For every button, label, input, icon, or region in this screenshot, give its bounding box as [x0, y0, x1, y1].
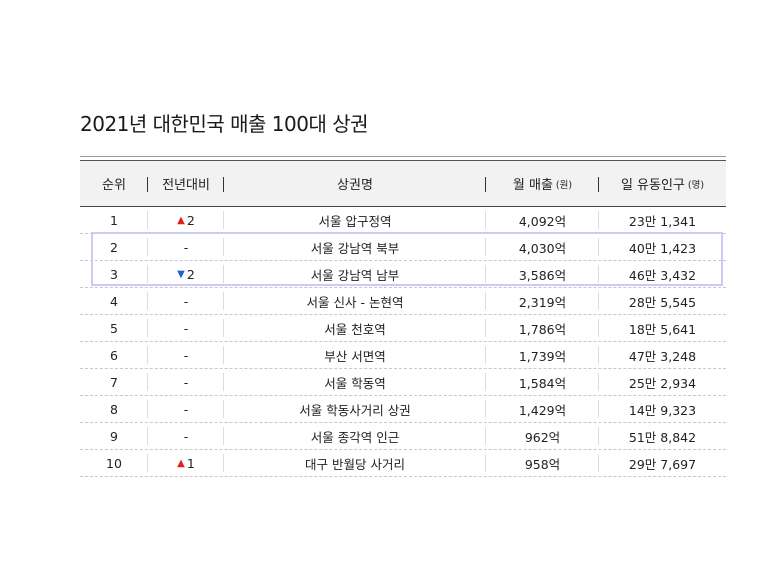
header-name: 상권명	[224, 161, 486, 206]
change-value: -	[183, 320, 189, 336]
change-value: -	[183, 239, 189, 255]
table-row: 3 ▼ 2 서울 강남역 남부 3,586억 46만 3,432	[80, 261, 726, 288]
monthly-sales-cell: 962억	[486, 423, 599, 449]
area-name-cell: 서울 강남역 남부	[224, 261, 486, 287]
area-name-cell: 서울 학동역	[224, 369, 486, 395]
triangle-down-icon: ▼	[177, 268, 185, 280]
rank-cell: 8	[80, 396, 148, 422]
monthly-sales-cell: 1,584억	[486, 369, 599, 395]
header-sales-unit: (원)	[555, 179, 573, 191]
daily-population-cell: 29만 7,697	[628, 456, 697, 472]
area-name-cell: 부산 서면역	[224, 342, 486, 368]
change-cell: ▲ 2	[148, 207, 224, 233]
change-value: -	[183, 347, 189, 363]
change-value: -	[183, 428, 189, 444]
change-cell: -	[148, 423, 224, 449]
monthly-sales-cell: 1,786억	[486, 315, 599, 341]
daily-population-cell: 14만 9,323	[628, 402, 697, 418]
table-row: 2 - 서울 강남역 북부 4,030억 40만 1,423	[80, 234, 726, 261]
monthly-sales-cell: 1,739억	[486, 342, 599, 368]
rank-cell: 5	[80, 315, 148, 341]
rank-cell: 6	[80, 342, 148, 368]
change-cell: -	[148, 315, 224, 341]
header-population-label: 일 유동인구	[620, 178, 685, 193]
area-name-cell: 서울 학동사거리 상권	[224, 396, 486, 422]
monthly-sales-cell: 1,429억	[486, 396, 599, 422]
daily-population-cell: 28만 5,545	[628, 294, 697, 310]
monthly-sales-cell: 2,319억	[486, 288, 599, 314]
daily-population-cell: 40만 1,423	[628, 240, 697, 256]
change-value: -	[183, 401, 189, 417]
change-cell: -	[148, 342, 224, 368]
table-row: 4 - 서울 신사 - 논현역 2,319억 28만 5,545	[80, 288, 726, 315]
table-header: 순위 전년대비 상권명 월 매출 (원) 일 유동인구 (명)	[80, 161, 726, 207]
change-value: 1	[186, 455, 195, 471]
table-row: 10 ▲ 1 대구 반월당 사거리 958억 29만 7,697	[80, 450, 726, 477]
ranking-table: 순위 전년대비 상권명 월 매출 (원) 일 유동인구 (명) 1 ▲ 2 서울 압구…	[80, 156, 726, 477]
header-population: 일 유동인구 (명)	[599, 161, 726, 206]
table-row: 7 - 서울 학동역 1,584억 25만 2,934	[80, 369, 726, 396]
area-name-cell: 대구 반월당 사거리	[224, 450, 486, 476]
rank-cell: 3	[80, 261, 148, 287]
change-cell: -	[148, 369, 224, 395]
triangle-up-icon: ▲	[177, 214, 185, 226]
page-title: 2021년 대한민국 매출 100대 상권	[80, 112, 369, 136]
change-cell: -	[148, 396, 224, 422]
table-row: 1 ▲ 2 서울 압구정역 4,092억 23만 1,341	[80, 207, 726, 234]
rank-cell: 10	[80, 450, 148, 476]
change-cell: -	[148, 234, 224, 260]
daily-population-cell: 46만 3,432	[628, 267, 697, 283]
change-value: -	[183, 374, 189, 390]
monthly-sales-cell: 3,586억	[486, 261, 599, 287]
rank-cell: 7	[80, 369, 148, 395]
area-name-cell: 서울 천호역	[224, 315, 486, 341]
area-name-cell: 서울 강남역 북부	[224, 234, 486, 260]
rank-cell: 1	[80, 207, 148, 233]
area-name-cell: 서울 신사 - 논현역	[224, 288, 486, 314]
page: 2021년 대한민국 매출 100대 상권 순위 전년대비 상권명 월 매출 (…	[0, 0, 777, 564]
area-name-cell: 서울 종각역 인근	[224, 423, 486, 449]
header-population-unit: (명)	[687, 179, 705, 191]
triangle-up-icon: ▲	[177, 457, 185, 469]
daily-population-cell: 23만 1,341	[628, 213, 697, 229]
header-sales: 월 매출 (원)	[486, 161, 599, 206]
monthly-sales-cell: 958억	[486, 450, 599, 476]
table-body: 1 ▲ 2 서울 압구정역 4,092억 23만 1,341 2- 서울 강남역 북부 4,03…	[80, 207, 726, 477]
daily-population-cell: 25만 2,934	[628, 375, 697, 391]
table-row: 9 - 서울 종각역 인근 962억 51만 8,842	[80, 423, 726, 450]
header-change: 전년대비	[148, 161, 224, 206]
area-name-cell: 서울 압구정역	[224, 207, 486, 233]
monthly-sales-cell: 4,092억	[486, 207, 599, 233]
daily-population-cell: 47만 3,248	[628, 348, 697, 364]
monthly-sales-cell: 4,030억	[486, 234, 599, 260]
daily-population-cell: 18만 5,641	[628, 321, 697, 337]
change-value: 2	[186, 212, 195, 228]
change-cell: ▲ 1	[148, 450, 224, 476]
change-cell: -	[148, 288, 224, 314]
change-value: 2	[186, 266, 195, 282]
header-rank: 순위	[80, 161, 148, 206]
table-row: 5 - 서울 천호역 1,786억 18만 5,641	[80, 315, 726, 342]
rank-cell: 4	[80, 288, 148, 314]
header-sales-label: 월 매출	[512, 178, 553, 193]
rank-cell: 2	[80, 234, 148, 260]
rank-cell: 9	[80, 423, 148, 449]
table-row: 8 - 서울 학동사거리 상권 1,429억 14만 9,323	[80, 396, 726, 423]
daily-population-cell: 51만 8,842	[628, 429, 697, 445]
change-value: -	[183, 293, 189, 309]
change-cell: ▼ 2	[148, 261, 224, 287]
table-row: 6 - 부산 서면역 1,739억 47만 3,248	[80, 342, 726, 369]
